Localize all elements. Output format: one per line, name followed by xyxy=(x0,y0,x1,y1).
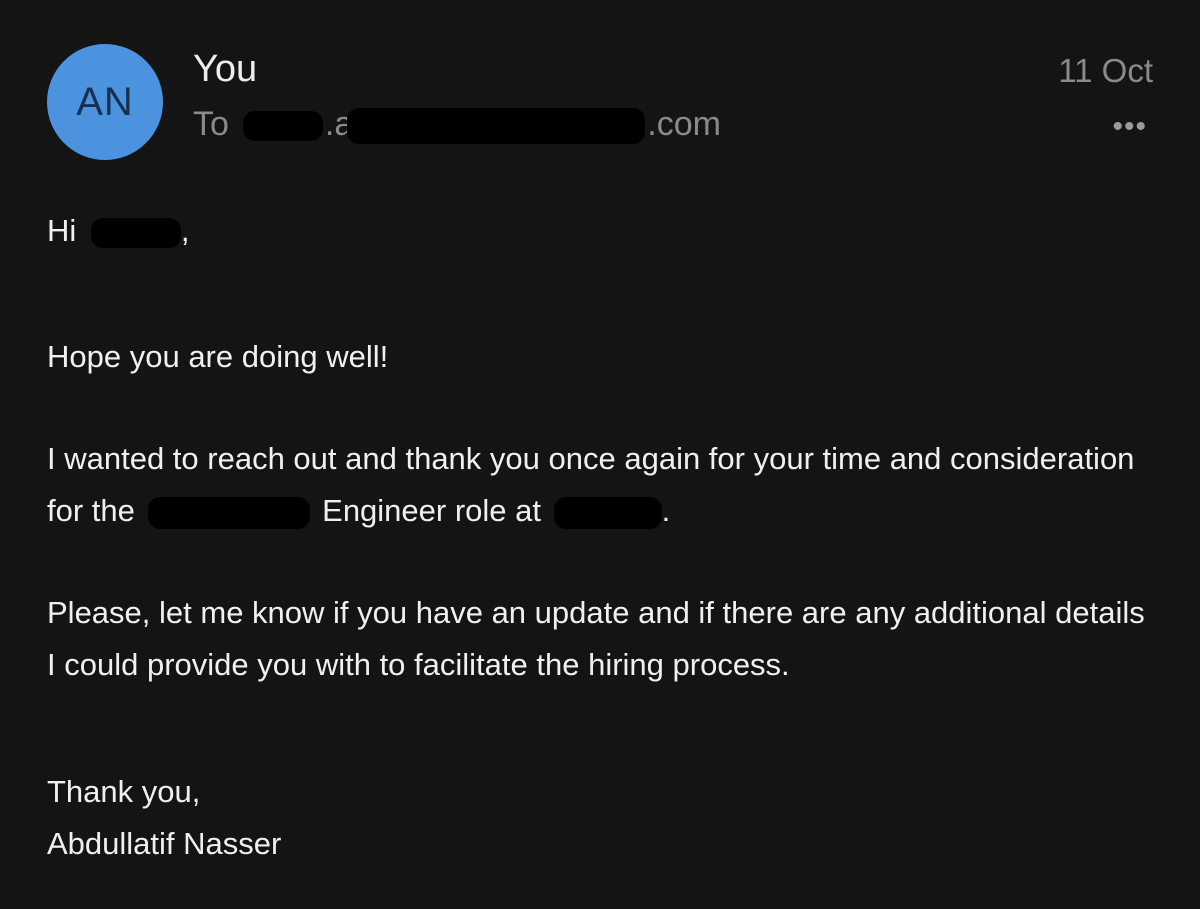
sender-name[interactable]: You xyxy=(193,48,257,91)
message-body: Hi , Hope you are doing well! I wanted t… xyxy=(47,205,1157,870)
paragraph-2-text-c: . xyxy=(661,493,671,528)
redaction-block xyxy=(242,111,323,142)
recipient-prefix: To xyxy=(193,105,229,143)
recipient-domain: .com xyxy=(647,105,721,143)
body-line-1: Hope you are doing well! xyxy=(47,339,389,374)
signoff: Thank you, xyxy=(47,774,201,809)
body-paragraph-2: I wanted to reach out and thank you once… xyxy=(47,433,1157,537)
redaction-block xyxy=(347,108,646,145)
message-date: 11 Oct xyxy=(1058,52,1153,89)
avatar-initials: AN xyxy=(76,79,134,124)
recipient-line[interactable]: To .a .com xyxy=(193,105,721,145)
signature: Abdullatif Nasser xyxy=(47,826,282,861)
redaction-block xyxy=(90,217,181,248)
greeting-text: Hi xyxy=(47,213,77,248)
redaction-block xyxy=(553,496,662,529)
greeting: Hi , xyxy=(47,205,1157,257)
paragraph-2-text-b: Engineer role at xyxy=(322,493,542,528)
greeting-comma: , xyxy=(180,213,190,248)
avatar[interactable]: AN xyxy=(47,44,163,160)
more-options-icon[interactable]: ••• xyxy=(1112,112,1147,142)
body-paragraph-3: Please, let me know if you have an updat… xyxy=(47,595,1145,682)
redaction-block xyxy=(147,496,310,529)
